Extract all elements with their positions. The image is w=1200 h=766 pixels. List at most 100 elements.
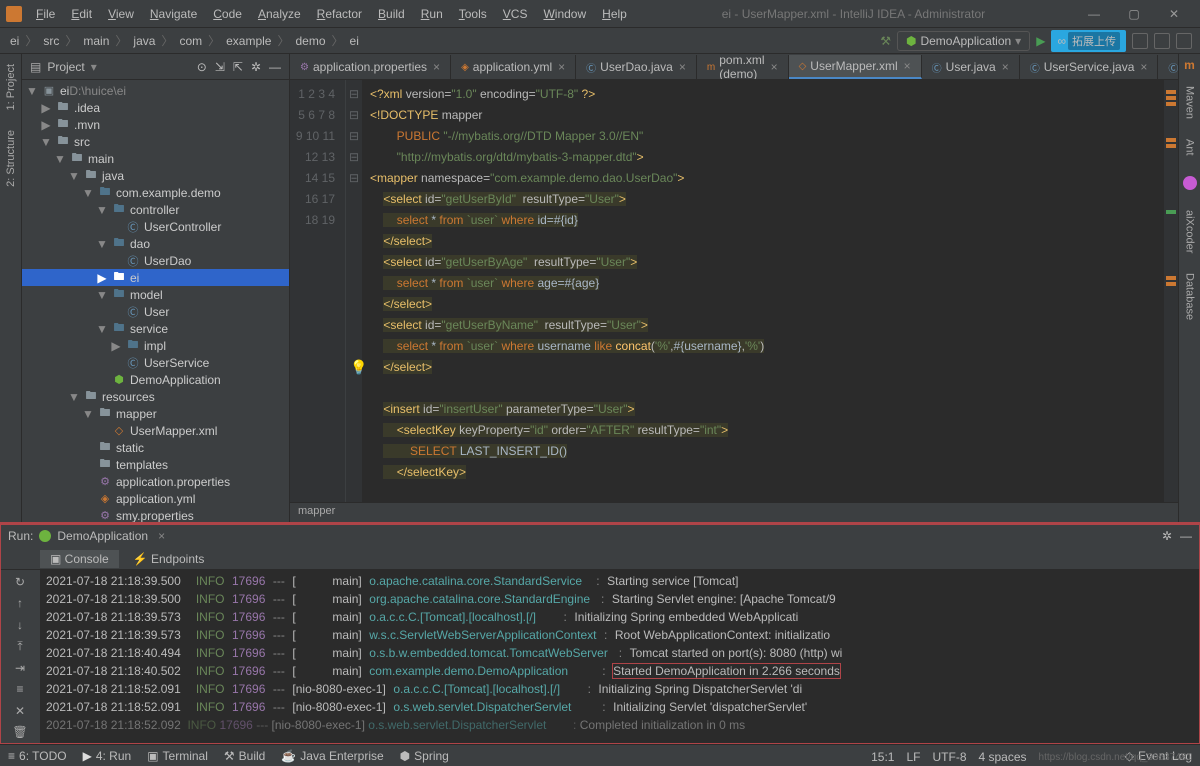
encoding[interactable]: UTF-8 [933, 750, 967, 764]
tree-row[interactable]: ▼🖿java [22, 167, 289, 184]
collapse-all-icon[interactable]: ⇱ [233, 60, 243, 74]
breadcrumb-item[interactable]: java [131, 34, 157, 48]
run-rail-button[interactable]: 🗑︎ [11, 725, 29, 741]
editor-tab[interactable]: ⒸUserDao.java× [576, 55, 697, 79]
right-tab[interactable]: Maven [1182, 80, 1198, 125]
run-rail-button[interactable]: ⇥ [11, 660, 29, 676]
run-config-selector[interactable]: ⬢ DemoApplication ▾ [897, 31, 1030, 51]
console-output[interactable]: 2021-07-18 21:18:39.500 INFO 17696 --- [… [40, 570, 1200, 744]
tree-row[interactable]: ▼🖿main [22, 150, 289, 167]
menu-build[interactable]: Build [372, 5, 411, 23]
editor-tab[interactable]: ⒸUser [1158, 55, 1178, 79]
tree-row[interactable]: 🖿templates [22, 456, 289, 473]
menu-analyze[interactable]: Analyze [252, 5, 307, 23]
editor-tab[interactable]: ⚙application.properties× [290, 55, 451, 79]
run-settings-icon[interactable]: ✲ [1162, 529, 1172, 543]
java-ee-button[interactable]: ☕ Java Enterprise [281, 749, 383, 763]
editor-tab[interactable]: ◇UserMapper.xml× [789, 55, 922, 79]
tree-row[interactable]: ▼🖿service [22, 320, 289, 337]
project-tree[interactable]: ▼▣ei D:\huice\ei▶🖿.idea▶🖿.mvn▼🖿src▼🖿main… [22, 80, 289, 522]
minimize-button[interactable]: — [1074, 7, 1114, 21]
tree-row[interactable]: ▼🖿com.example.demo [22, 184, 289, 201]
tree-row[interactable]: ⬢DemoApplication [22, 371, 289, 388]
run-button[interactable]: ▶ 4: Run [83, 749, 132, 763]
tree-row[interactable]: ⒸUserService [22, 354, 289, 371]
close-button[interactable]: ✕ [1154, 7, 1194, 21]
cloud-upload-button[interactable]: ∞ 拓展上传 [1051, 30, 1126, 52]
run-rail-button[interactable]: ↓ [11, 617, 29, 633]
tree-row[interactable]: ▼▣ei D:\huice\ei [22, 82, 289, 99]
editor-tab[interactable]: ⒸUser.java× [922, 55, 1020, 79]
console-tab[interactable]: ▣ Console [40, 550, 119, 568]
left-tab[interactable]: 2: Structure [3, 124, 19, 193]
close-run-tab-icon[interactable]: × [158, 529, 165, 543]
breadcrumb-item[interactable]: example [224, 34, 273, 48]
build-icon[interactable]: ⚒ [880, 34, 891, 48]
indent[interactable]: 4 spaces [979, 750, 1027, 764]
settings-icon[interactable]: ✲ [251, 60, 261, 74]
tree-row[interactable]: ▼🖿dao [22, 235, 289, 252]
menu-edit[interactable]: Edit [65, 5, 98, 23]
tree-row[interactable]: 🖿static [22, 439, 289, 456]
right-tab[interactable]: aiXcoder [1182, 204, 1198, 259]
menu-refactor[interactable]: Refactor [311, 5, 368, 23]
toolbar-button-3[interactable] [1176, 33, 1192, 49]
right-tab[interactable]: Database [1182, 267, 1198, 326]
tree-row[interactable]: ⒸUser [22, 303, 289, 320]
editor-tab[interactable]: ⒸUserService.java× [1020, 55, 1159, 79]
menu-code[interactable]: Code [207, 5, 248, 23]
run-icon[interactable]: ▶ [1036, 34, 1045, 48]
breadcrumb-item[interactable]: ei [348, 34, 361, 48]
expand-all-icon[interactable]: ⇲ [215, 60, 225, 74]
editor-tab[interactable]: ◈application.yml× [451, 55, 576, 79]
menu-run[interactable]: Run [415, 5, 449, 23]
select-opened-icon[interactable]: ⊙ [197, 60, 207, 74]
breadcrumb-item[interactable]: demo [294, 34, 328, 48]
maximize-button[interactable]: ▢ [1114, 7, 1154, 21]
tree-row[interactable]: ⚙smy.properties [22, 507, 289, 522]
run-rail-button[interactable]: ✕ [11, 703, 29, 719]
menu-navigate[interactable]: Navigate [144, 5, 203, 23]
toolbar-button-1[interactable] [1132, 33, 1148, 49]
tree-row[interactable]: ⒸUserDao [22, 252, 289, 269]
tree-row[interactable]: ◈application.yml [22, 490, 289, 507]
editor-breadcrumb[interactable]: mapper [290, 502, 1178, 522]
caret-position[interactable]: 15:1 [871, 750, 894, 764]
menu-tools[interactable]: Tools [453, 5, 493, 23]
menu-file[interactable]: File [30, 5, 61, 23]
tree-row[interactable]: ▶🖿ei [22, 269, 289, 286]
tree-row[interactable]: ▼🖿model [22, 286, 289, 303]
menu-view[interactable]: View [102, 5, 140, 23]
build-button[interactable]: ⚒ Build [224, 749, 265, 763]
menu-vcs[interactable]: VCS [497, 5, 534, 23]
todo-button[interactable]: ≡ 6: TODO [8, 749, 67, 763]
menu-help[interactable]: Help [596, 5, 633, 23]
run-rail-button[interactable]: ↻ [11, 574, 29, 590]
tree-row[interactable]: ◇UserMapper.xml [22, 422, 289, 439]
tree-row[interactable]: ▶🖿.mvn [22, 116, 289, 133]
code-area[interactable]: <?xml version="1.0" encoding="UTF-8" ?> … [362, 80, 1164, 502]
tree-row[interactable]: ▼🖿mapper [22, 405, 289, 422]
tree-row[interactable]: ▶🖿.idea [22, 99, 289, 116]
right-tab[interactable]: Ant [1182, 133, 1198, 162]
run-rail-button[interactable]: ⤒ [11, 639, 29, 655]
marker-bar[interactable] [1164, 80, 1178, 502]
toolbar-button-2[interactable] [1154, 33, 1170, 49]
run-rail-button[interactable]: ↑ [11, 596, 29, 612]
breadcrumb-item[interactable]: com [177, 34, 204, 48]
breadcrumb-item[interactable]: ei [8, 34, 21, 48]
run-rail-button[interactable]: ≡ [11, 682, 29, 698]
line-ending[interactable]: LF [906, 750, 920, 764]
editor-tab[interactable]: mpom.xml (demo)× [697, 55, 789, 79]
tree-row[interactable]: ▼🖿src [22, 133, 289, 150]
tree-row[interactable]: ▶🖿impl [22, 337, 289, 354]
tree-row[interactable]: ⚙application.properties [22, 473, 289, 490]
tree-row[interactable]: ▼🖿controller [22, 201, 289, 218]
breadcrumb-item[interactable]: src [41, 34, 61, 48]
tree-row[interactable]: ⒸUserController [22, 218, 289, 235]
menu-window[interactable]: Window [537, 5, 592, 23]
terminal-button[interactable]: ▣ Terminal [147, 749, 208, 763]
run-minimize-icon[interactable]: — [1180, 529, 1192, 543]
fold-gutter[interactable]: ⊟ ⊟ ⊟ ⊟ ⊟ [346, 80, 362, 502]
breadcrumb-item[interactable]: main [81, 34, 111, 48]
